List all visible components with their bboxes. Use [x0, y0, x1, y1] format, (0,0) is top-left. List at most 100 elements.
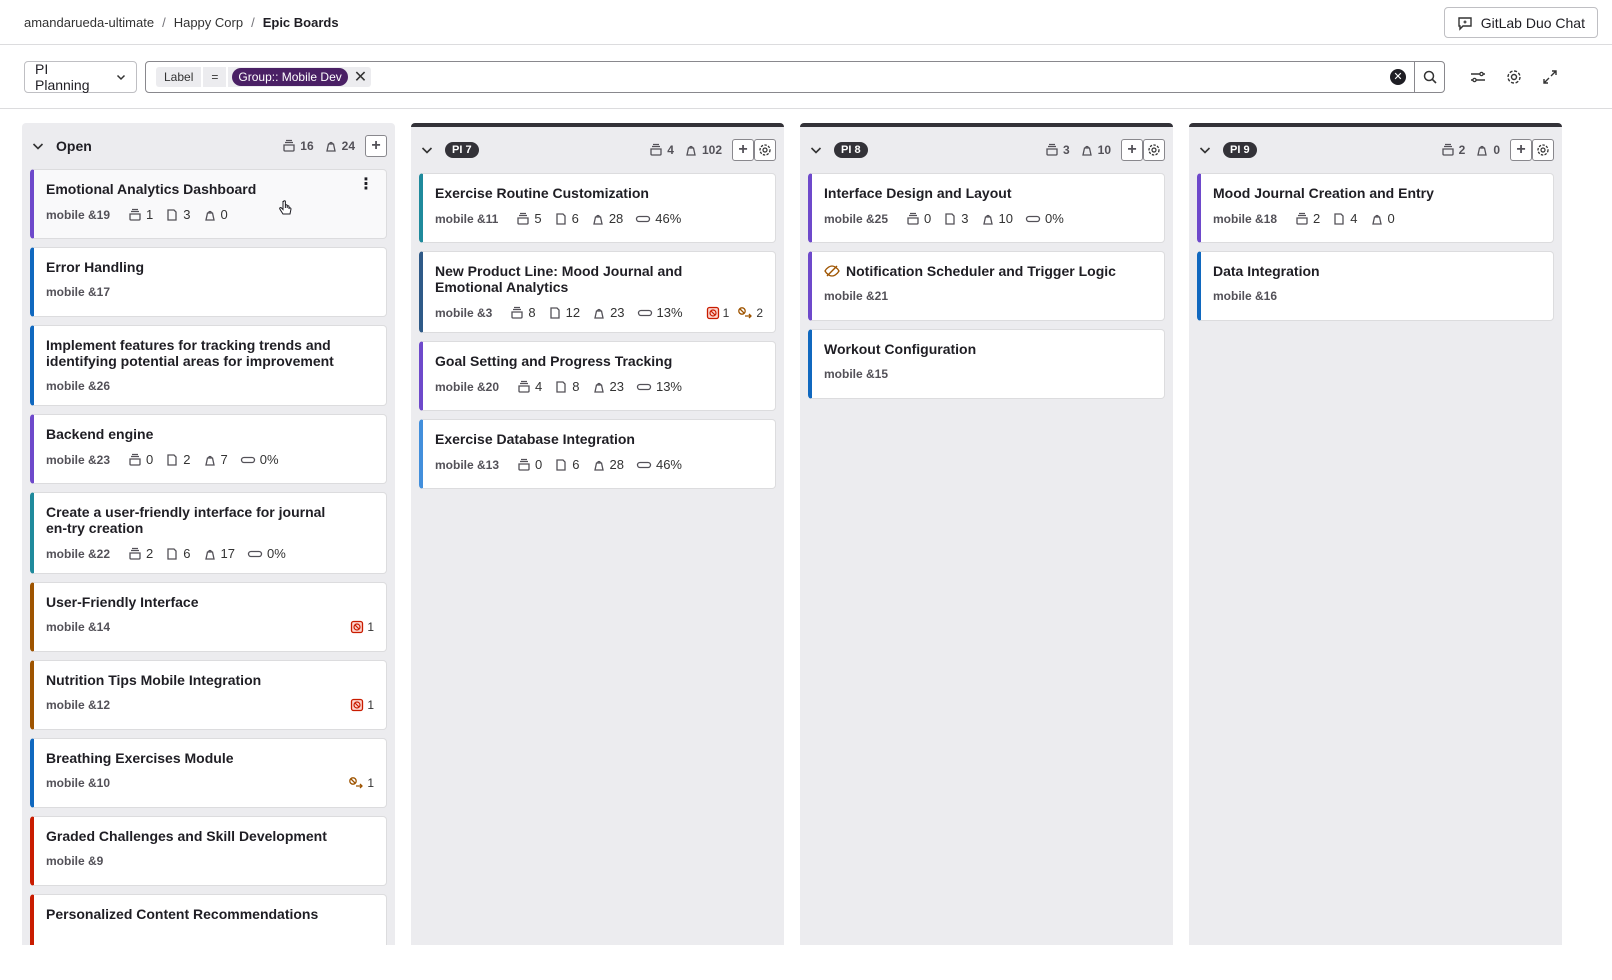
issue-icon [165, 547, 179, 561]
epic-card-title[interactable]: Workout Configuration [824, 341, 1152, 357]
epic-card[interactable]: Goal Setting and Progress Tracking mobil… [419, 341, 776, 411]
epic-card[interactable]: Backend engine mobile &23 0 2 7 0% [30, 414, 387, 484]
epic-reference[interactable]: mobile &22 [46, 547, 110, 561]
list-settings-button[interactable] [1143, 139, 1165, 161]
epic-card[interactable]: Workout Configuration mobile &15 [808, 329, 1165, 399]
epic-reference[interactable]: mobile &25 [824, 212, 888, 226]
epic-card[interactable]: User-Friendly Interface mobile &14 1 [30, 582, 387, 652]
fullscreen-icon[interactable] [1539, 66, 1561, 88]
epic-reference[interactable]: mobile &18 [1213, 212, 1277, 226]
epic-card-title[interactable]: Interface Design and Layout [824, 185, 1152, 201]
issue-value: 12 [565, 305, 581, 320]
list-settings-button[interactable] [754, 139, 776, 161]
progress-value: 13% [656, 305, 683, 320]
list-settings-button[interactable] [1532, 139, 1554, 161]
epic-card-title[interactable]: Implement features for tracking trends a… [46, 337, 374, 369]
epic-reference[interactable]: mobile &11 [435, 212, 498, 226]
epic-card-title[interactable]: Emotional Analytics Dashboard [46, 181, 374, 197]
epic-card-title[interactable]: Goal Setting and Progress Tracking [435, 353, 763, 369]
epic-card[interactable]: Graded Challenges and Skill Development … [30, 816, 387, 886]
epic-reference[interactable]: mobile &12 [46, 698, 110, 712]
duo-chat-button[interactable]: GitLab Duo Chat [1443, 7, 1598, 38]
epic-card-title[interactable]: Create a user-friendly interface for jou… [46, 504, 374, 536]
blocked-flag[interactable]: 1 [350, 698, 374, 712]
blocking-flag[interactable]: 2 [737, 306, 763, 320]
blocked-flag[interactable]: 1 [706, 306, 729, 320]
epic-card-title[interactable]: Data Integration [1213, 263, 1541, 279]
epic-reference[interactable]: mobile &14 [46, 620, 110, 634]
epic-reference[interactable]: mobile &16 [1213, 289, 1277, 303]
epic-reference[interactable]: mobile &10 [46, 776, 110, 790]
epic-card[interactable]: Nutrition Tips Mobile Integration mobile… [30, 660, 387, 730]
chevron-down-icon[interactable] [421, 144, 437, 156]
breadcrumb-group[interactable]: Happy Corp [174, 15, 243, 30]
epic-card-title[interactable]: Mood Journal Creation and Entry [1213, 185, 1541, 201]
epic-card[interactable]: Exercise Database Integration mobile &13… [419, 419, 776, 489]
epic-reference[interactable]: mobile &19 [46, 208, 110, 222]
epic-card-title[interactable]: Personalized Content Recommendations [46, 906, 374, 922]
epic-card-title[interactable]: Backend engine [46, 426, 374, 442]
epic-card[interactable]: Personalized Content Recommendations [30, 894, 387, 945]
epic-card[interactable]: Mood Journal Creation and Entry mobile &… [1197, 173, 1554, 243]
swimlanes-icon[interactable] [1467, 66, 1489, 88]
clear-search-icon[interactable]: ✕ [1390, 68, 1406, 85]
epic-reference[interactable]: mobile &9 [46, 854, 103, 868]
epic-reference[interactable]: mobile &3 [435, 306, 492, 320]
epic-card-title[interactable]: Exercise Database Integration [435, 431, 763, 447]
epic-reference[interactable]: mobile &13 [435, 458, 499, 472]
epic-card[interactable]: Create a user-friendly interface for jou… [30, 492, 387, 574]
chevron-down-icon[interactable] [810, 144, 826, 156]
filter-bar: PI Planning Label = Group:: Mobile Dev ✕… [0, 45, 1612, 109]
chevron-down-icon[interactable] [1199, 144, 1215, 156]
add-epic-button[interactable]: + [1510, 139, 1532, 161]
epic-card-title[interactable]: Breathing Exercises Module [46, 750, 374, 766]
epic-card-title[interactable]: User-Friendly Interface [46, 594, 374, 610]
epic-reference[interactable]: mobile &20 [435, 380, 499, 394]
board-settings-icon[interactable] [1503, 66, 1525, 88]
search-button[interactable] [1414, 61, 1444, 92]
epic-stat: 1 [128, 207, 153, 222]
epic-card[interactable]: Breathing Exercises Module mobile &10 1 [30, 738, 387, 808]
epic-card-title[interactable]: Error Handling [46, 259, 374, 275]
epic-reference[interactable]: mobile &15 [824, 367, 888, 381]
epic-count: 4 [649, 143, 674, 157]
epic-card[interactable]: Data Integration mobile &16 [1197, 251, 1554, 321]
progress-value: 0% [266, 546, 286, 561]
more-actions-icon[interactable]: ⋮ [358, 177, 374, 193]
epic-card[interactable]: Notification Scheduler and Trigger Logic… [808, 251, 1165, 321]
progress-stat: 0% [240, 452, 279, 467]
epic-card-title[interactable]: Notification Scheduler and Trigger Logic [824, 263, 1152, 279]
add-epic-button[interactable]: + [1121, 139, 1143, 161]
blocked-flag[interactable]: 1 [350, 620, 374, 634]
epic-value: 2 [146, 546, 154, 561]
remove-token-icon[interactable]: ✕ [354, 67, 367, 87]
epic-reference[interactable]: mobile &17 [46, 285, 110, 299]
epic-card[interactable]: Error Handling mobile &17 [30, 247, 387, 317]
issue-stat: 12 [548, 305, 580, 320]
epic-card-title[interactable]: Graded Challenges and Skill Development [46, 828, 374, 844]
progress-value: 0% [259, 452, 279, 467]
blocking-flag[interactable]: 1 [348, 776, 374, 790]
epic-card[interactable]: Exercise Routine Customization mobile &1… [419, 173, 776, 243]
board-tools [1467, 66, 1561, 88]
epic-reference[interactable]: mobile &26 [46, 379, 110, 393]
epic-card-title[interactable]: New Product Line: Mood Journal and Emoti… [435, 263, 763, 295]
epic-card[interactable]: Emotional Analytics Dashboard ⋮ mobile &… [30, 169, 387, 239]
chevron-down-icon[interactable] [32, 140, 48, 152]
epic-reference[interactable]: mobile &21 [824, 289, 888, 303]
epic-card[interactable]: Implement features for tracking trends a… [30, 325, 387, 406]
filtered-search-input[interactable]: Label = Group:: Mobile Dev ✕ ✕ [145, 60, 1445, 93]
epic-reference[interactable]: mobile &23 [46, 453, 110, 467]
board-selector[interactable]: PI Planning [24, 60, 137, 93]
epic-card[interactable]: New Product Line: Mood Journal and Emoti… [419, 251, 776, 333]
add-epic-button[interactable]: + [365, 135, 387, 157]
epic-card-title[interactable]: Nutrition Tips Mobile Integration [46, 672, 374, 688]
add-epic-button[interactable]: + [732, 139, 754, 161]
epic-icon [1045, 143, 1059, 157]
breadcrumb-current[interactable]: Epic Boards [263, 15, 339, 30]
epic-card-title[interactable]: Exercise Routine Customization [435, 185, 763, 201]
filter-token[interactable]: Label = Group:: Mobile Dev ✕ [156, 66, 372, 88]
epic-card[interactable]: Interface Design and Layout mobile &25 0 3… [808, 173, 1165, 243]
progress-icon [240, 453, 256, 467]
breadcrumb-user[interactable]: amandarueda-ultimate [24, 15, 154, 30]
